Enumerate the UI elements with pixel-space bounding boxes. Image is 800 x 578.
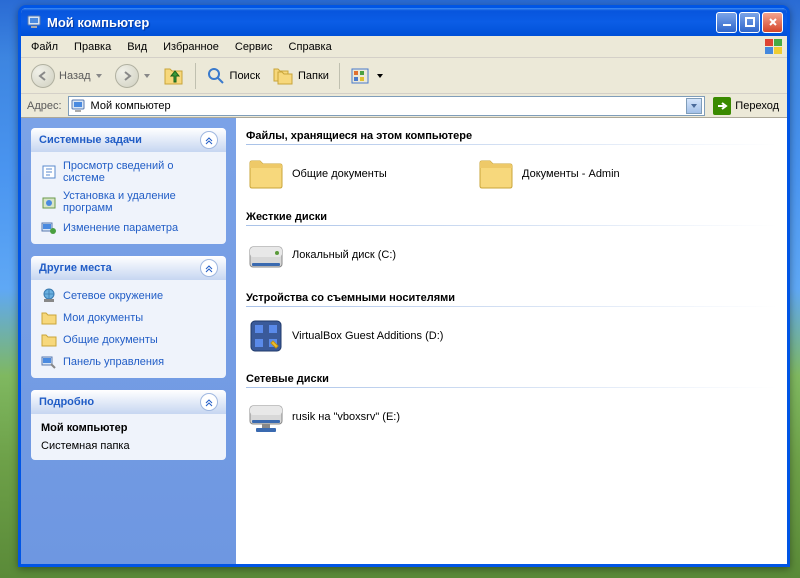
panel-system-tasks: Системные задачи Просмотр сведений о сис… bbox=[31, 128, 226, 244]
folder-icon bbox=[41, 332, 57, 348]
folder-icon bbox=[246, 155, 286, 193]
panel-details: Подробно Мой компьютер Системная папка bbox=[31, 390, 226, 460]
collapse-icon[interactable] bbox=[200, 393, 218, 411]
section-header: Жесткие диски bbox=[246, 207, 777, 223]
go-button[interactable]: Переход bbox=[709, 96, 783, 116]
panel-header[interactable]: Подробно bbox=[31, 390, 226, 414]
dropdown-icon bbox=[95, 72, 103, 80]
section-hard-drives: Жесткие диски Локальный диск (C:) bbox=[246, 207, 777, 274]
place-shared-documents[interactable]: Общие документы bbox=[41, 332, 216, 348]
item-admin-documents[interactable]: Документы - Admin bbox=[476, 155, 686, 193]
search-button[interactable]: Поиск bbox=[202, 61, 264, 91]
panel-other-places: Другие места Сетевое окружение Мои докум… bbox=[31, 256, 226, 378]
item-network-drive-e[interactable]: rusik на "vboxsrv" (E:) bbox=[246, 398, 456, 436]
details-type: Системная папка bbox=[41, 440, 216, 452]
address-label: Адрес: bbox=[25, 100, 64, 112]
folders-button[interactable]: Папки bbox=[268, 61, 333, 91]
task-system-info[interactable]: Просмотр сведений о системе bbox=[41, 160, 216, 184]
section-network-drives: Сетевые диски rusik на "vboxsrv" (E:) bbox=[246, 369, 777, 436]
section-removable: Устройства со съемными носителями Virtua… bbox=[246, 288, 777, 355]
cd-drive-icon bbox=[246, 317, 286, 355]
section-header: Файлы, хранящиеся на этом компьютере bbox=[246, 126, 777, 142]
menu-file[interactable]: Файл bbox=[23, 39, 66, 55]
address-field[interactable]: Мой компьютер bbox=[68, 96, 706, 116]
menu-help[interactable]: Справка bbox=[281, 39, 340, 55]
forward-icon bbox=[115, 64, 139, 88]
computer-icon bbox=[27, 14, 43, 30]
section-files: Файлы, хранящиеся на этом компьютере Общ… bbox=[246, 126, 777, 193]
side-panel: Системные задачи Просмотр сведений о сис… bbox=[21, 118, 236, 564]
computer-icon bbox=[71, 98, 87, 114]
up-button[interactable] bbox=[159, 61, 189, 91]
folder-icon bbox=[41, 310, 57, 326]
panel-header[interactable]: Другие места bbox=[31, 256, 226, 280]
folder-icon bbox=[476, 155, 516, 193]
collapse-icon[interactable] bbox=[200, 131, 218, 149]
back-icon bbox=[31, 64, 55, 88]
views-button[interactable] bbox=[346, 61, 388, 91]
place-network[interactable]: Сетевое окружение bbox=[41, 288, 216, 304]
panel-header[interactable]: Системные задачи bbox=[31, 128, 226, 152]
search-icon bbox=[206, 66, 226, 86]
task-add-remove[interactable]: Установка и удаление программ bbox=[41, 190, 216, 214]
close-button[interactable] bbox=[762, 12, 783, 33]
menu-view[interactable]: Вид bbox=[119, 39, 155, 55]
folders-icon bbox=[272, 66, 294, 86]
network-drive-icon bbox=[246, 398, 286, 436]
separator bbox=[339, 63, 340, 89]
collapse-icon[interactable] bbox=[200, 259, 218, 277]
address-dropdown[interactable] bbox=[686, 98, 702, 114]
section-header: Устройства со съемными носителями bbox=[246, 288, 777, 304]
menubar: Файл Правка Вид Избранное Сервис Справка bbox=[21, 36, 787, 58]
menu-edit[interactable]: Правка bbox=[66, 39, 119, 55]
address-bar: Адрес: Мой компьютер Переход bbox=[21, 94, 787, 118]
back-button[interactable]: Назад bbox=[27, 61, 107, 91]
go-icon bbox=[713, 97, 731, 115]
info-icon bbox=[41, 164, 57, 180]
separator bbox=[195, 63, 196, 89]
details-name: Мой компьютер bbox=[41, 422, 216, 434]
control-panel-icon bbox=[41, 354, 57, 370]
network-icon bbox=[41, 288, 57, 304]
dropdown-icon bbox=[376, 72, 384, 80]
item-local-disk-c[interactable]: Локальный диск (C:) bbox=[246, 236, 456, 274]
settings-icon bbox=[41, 220, 57, 236]
forward-button[interactable] bbox=[111, 61, 155, 91]
hard-drive-icon bbox=[246, 236, 286, 274]
maximize-button[interactable] bbox=[739, 12, 760, 33]
programs-icon bbox=[41, 194, 57, 210]
place-control-panel[interactable]: Панель управления bbox=[41, 354, 216, 370]
item-cd-drive-d[interactable]: VirtualBox Guest Additions (D:) bbox=[246, 317, 456, 355]
toolbar: Назад Поиск Папки bbox=[21, 58, 787, 94]
section-header: Сетевые диски bbox=[246, 369, 777, 385]
explorer-window: Мой компьютер Файл Правка Вид Избранное … bbox=[18, 5, 790, 567]
window-title: Мой компьютер bbox=[47, 15, 714, 30]
minimize-button[interactable] bbox=[716, 12, 737, 33]
content-area: Системные задачи Просмотр сведений о сис… bbox=[21, 118, 787, 564]
titlebar[interactable]: Мой компьютер bbox=[21, 8, 787, 36]
folder-up-icon bbox=[163, 65, 185, 87]
task-change-setting[interactable]: Изменение параметра bbox=[41, 220, 216, 236]
menu-tools[interactable]: Сервис bbox=[227, 39, 281, 55]
address-value: Мой компьютер bbox=[91, 100, 171, 112]
windows-logo-icon bbox=[765, 39, 783, 55]
views-icon bbox=[350, 66, 372, 86]
place-my-documents[interactable]: Мои документы bbox=[41, 310, 216, 326]
item-shared-documents[interactable]: Общие документы bbox=[246, 155, 456, 193]
dropdown-icon bbox=[143, 72, 151, 80]
menu-favorites[interactable]: Избранное bbox=[155, 39, 227, 55]
main-area: Файлы, хранящиеся на этом компьютере Общ… bbox=[236, 118, 787, 564]
